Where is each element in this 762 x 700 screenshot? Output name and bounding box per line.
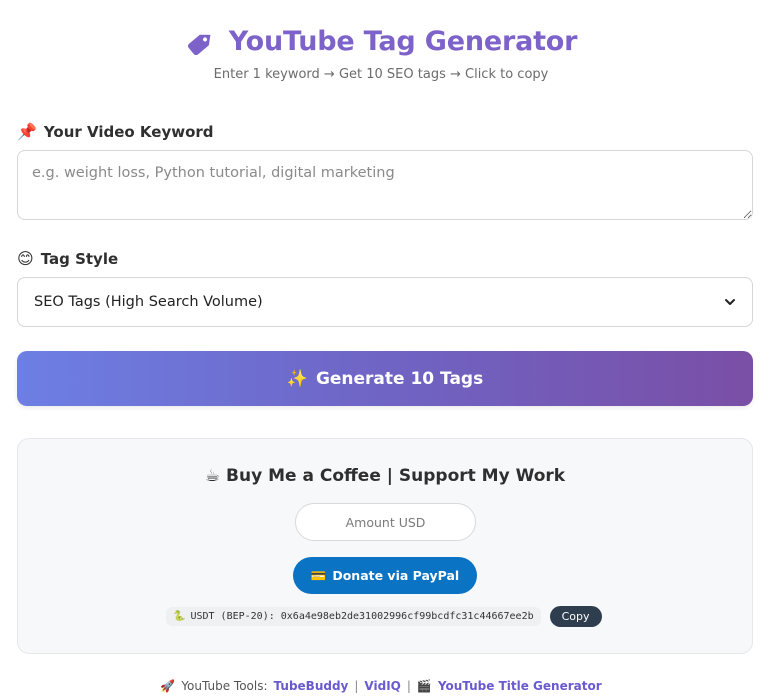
tag-icon xyxy=(187,34,211,55)
usdt-address-text: USDT (BEP-20): 0x6a4e98eb2de31002996cf99… xyxy=(190,611,534,622)
style-label-text: Tag Style xyxy=(40,250,119,268)
chevron-down-icon xyxy=(725,299,735,305)
footer: 🚀 YouTube Tools: TubeBuddy | VidIQ | 🎬 Y… xyxy=(0,679,762,693)
paypal-button-label: Donate via PayPal xyxy=(332,568,460,583)
keyword-label-text: Your Video Keyword xyxy=(43,123,214,141)
keyword-label: 📌 Your Video Keyword xyxy=(17,123,753,141)
page-header: YouTube Tag Generator Enter 1 keyword → … xyxy=(0,0,762,82)
footer-separator: | xyxy=(354,679,359,693)
generate-button[interactable]: ✨ Generate 10 Tags xyxy=(17,351,753,406)
sparkles-icon: ✨ xyxy=(286,368,308,389)
amount-input[interactable] xyxy=(295,503,476,541)
palette-icon: 😊 xyxy=(17,249,34,268)
style-label-row: 😊 Tag Style xyxy=(17,250,753,268)
support-box: ☕ Buy Me a Coffee | Support My Work 💳 Do… xyxy=(17,438,753,654)
keyword-label-row: 📌 Your Video Keyword xyxy=(17,123,753,141)
paypal-donate-button[interactable]: 💳 Donate via PayPal xyxy=(293,557,477,594)
rocket-icon: 🚀 xyxy=(160,679,176,693)
footer-link-tubebuddy[interactable]: TubeBuddy xyxy=(274,679,349,693)
support-title-text: Buy Me a Coffee | Support My Work xyxy=(226,466,566,486)
page-subtitle: Enter 1 keyword → Get 10 SEO tags → Clic… xyxy=(213,67,549,82)
usdt-row: 🐍 USDT (BEP-20): 0x6a4e98eb2de31002996cf… xyxy=(166,606,602,627)
credit-card-icon: 💳 xyxy=(310,567,327,583)
footer-prefix: YouTube Tools: xyxy=(181,679,268,693)
clapperboard-icon: 🎬 xyxy=(416,679,432,693)
keyword-input[interactable] xyxy=(17,150,753,220)
footer-link-vidiq[interactable]: VidIQ xyxy=(364,679,400,693)
pin-icon: 📌 xyxy=(17,122,37,141)
usdt-address: 🐍 USDT (BEP-20): 0x6a4e98eb2de31002996cf… xyxy=(166,607,541,626)
tag-style-select[interactable]: SEO Tags (High Search Volume) xyxy=(17,277,753,327)
snake-icon: 🐍 xyxy=(173,611,186,622)
support-title: ☕ Buy Me a Coffee | Support My Work xyxy=(18,466,752,486)
footer-link-title-generator[interactable]: YouTube Title Generator xyxy=(438,679,602,693)
footer-separator: | xyxy=(406,679,411,693)
title-row: YouTube Tag Generator xyxy=(0,26,762,57)
generate-button-label: Generate 10 Tags xyxy=(315,368,484,389)
copy-address-button[interactable]: Copy xyxy=(549,606,602,627)
tag-style-selected: SEO Tags (High Search Volume) xyxy=(34,294,263,310)
page-title: YouTube Tag Generator xyxy=(228,26,578,57)
coffee-icon: ☕ xyxy=(204,466,221,486)
style-label: 😊 Tag Style xyxy=(17,250,753,268)
